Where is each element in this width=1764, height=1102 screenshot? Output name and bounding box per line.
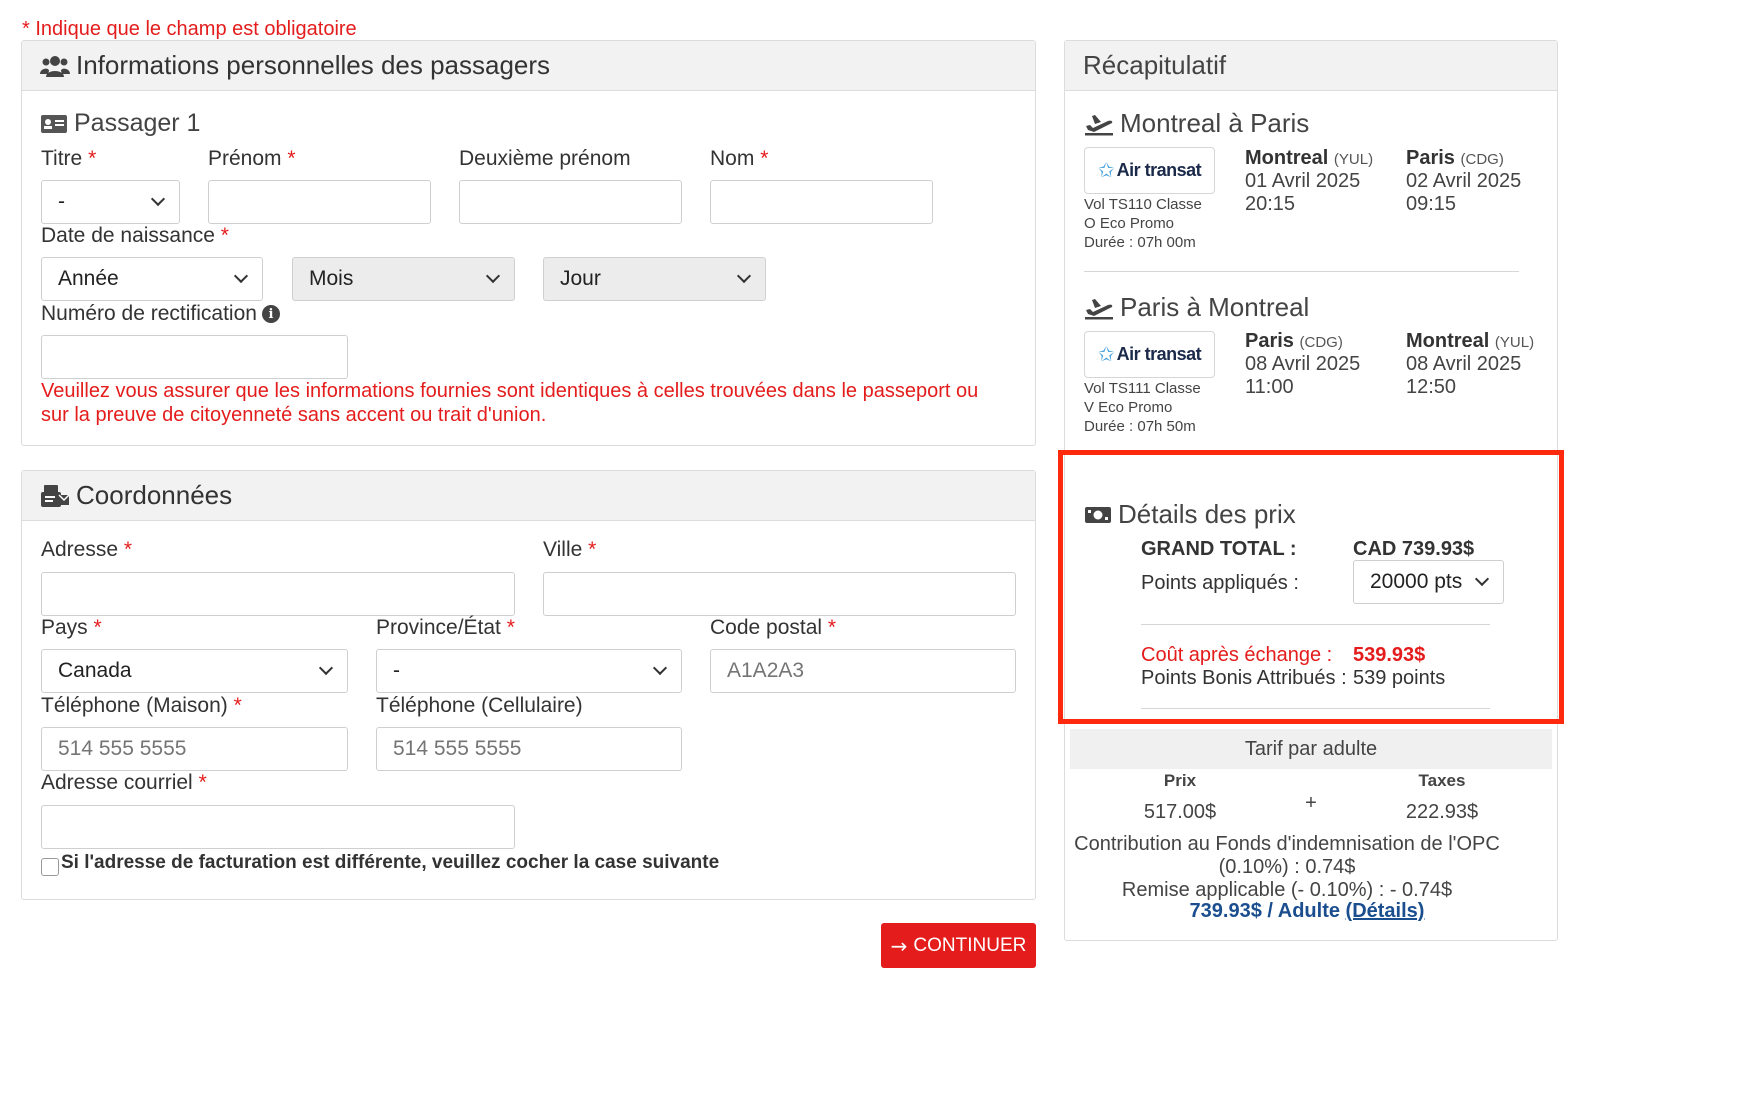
jour-select[interactable]: Jour xyxy=(543,257,766,301)
cost-after-exchange-label: Coût après échange : xyxy=(1141,644,1333,666)
chevron-down-icon xyxy=(736,268,752,284)
grand-total-value: CAD 739.93$ xyxy=(1353,538,1475,560)
flight-2-info: Vol TS111 Classe V Eco Promo Durée : 07h… xyxy=(1084,380,1201,435)
flight-1-departure: Montreal (YUL) 01 Avril 2025 20:15 xyxy=(1245,147,1374,215)
tel-cell-label: Téléphone (Cellulaire) xyxy=(376,694,583,717)
prix-value: 517.00$ xyxy=(1143,801,1217,823)
taxes-value: 222.93$ xyxy=(1405,801,1479,823)
numero-rectification-label: Numéro de rectification i xyxy=(41,302,280,326)
chevron-down-icon xyxy=(485,268,501,284)
adresse-input[interactable] xyxy=(41,572,515,616)
billing-checkbox[interactable] xyxy=(41,858,59,876)
flight-2-heading: Paris à Montreal xyxy=(1084,292,1309,323)
pays-select[interactable]: Canada xyxy=(41,649,348,693)
adult-total: 739.93$ / Adulte (Détails) xyxy=(1189,900,1425,922)
date-naissance-label: Date de naissance * xyxy=(41,224,229,247)
nom-label: Nom * xyxy=(710,147,769,170)
grand-total-label: GRAND TOTAL : xyxy=(1141,538,1297,560)
passenger-panel-title: Informations personnelles des passagers xyxy=(76,50,551,80)
flight-1-route: Montreal à Paris xyxy=(1120,108,1310,138)
tel-maison-input[interactable]: 514 555 5555 xyxy=(41,727,348,771)
bonus-points-value: 539 points xyxy=(1353,667,1446,689)
price-details-title: Détails des prix xyxy=(1118,499,1296,529)
bonus-points-label: Points Bonis Attribués : xyxy=(1141,667,1347,689)
code-postal-label: Code postal * xyxy=(710,616,837,639)
flight-1-arrival: Paris (CDG) 02 Avril 2025 09:15 xyxy=(1406,147,1522,215)
ville-input[interactable] xyxy=(543,572,1016,616)
tarif-par-adulte-bar: Tarif par adulte xyxy=(1070,729,1552,769)
taxes-label: Taxes xyxy=(1418,771,1466,790)
prix-label: Prix xyxy=(1163,771,1197,790)
flight-2-departure: Paris (CDG) 08 Avril 2025 11:00 xyxy=(1245,330,1361,398)
billing-checkbox-row: Si l'adresse de facturation est différen… xyxy=(41,850,719,876)
required-fields-note: * Indique que le champ est obligatoire xyxy=(22,18,357,40)
pays-label: Pays * xyxy=(41,616,102,639)
continue-button[interactable]: → CONTINUER xyxy=(881,923,1036,968)
price-separator xyxy=(1141,624,1490,625)
numero-rectification-input[interactable] xyxy=(41,335,348,379)
chevron-down-icon xyxy=(1474,571,1490,587)
arrow-right-icon: → xyxy=(890,933,908,958)
province-label: Province/État * xyxy=(376,616,515,639)
plus-sign: + xyxy=(1305,792,1317,814)
deuxieme-prenom-input[interactable] xyxy=(459,180,682,224)
summary-title: Récapitulatif xyxy=(1083,50,1227,80)
info-icon[interactable]: i xyxy=(261,305,280,323)
passenger-1-heading: Passager 1 xyxy=(40,109,200,138)
billing-checkbox-label: Si l'adresse de facturation est différen… xyxy=(61,852,720,873)
star-logo-icon: ✩ xyxy=(1097,344,1115,366)
ville-label: Ville * xyxy=(543,538,597,561)
annee-select[interactable]: Année xyxy=(41,257,263,301)
prenom-input[interactable] xyxy=(208,180,431,224)
flight-2-arrival: Montreal (YUL) 08 Avril 2025 12:50 xyxy=(1406,330,1535,398)
airline-logo: ✩ Air transat xyxy=(1084,147,1215,194)
airline-logo: ✩ Air transat xyxy=(1084,331,1215,378)
chevron-down-icon xyxy=(318,660,334,676)
star-logo-icon: ✩ xyxy=(1097,160,1115,182)
price-separator xyxy=(1141,708,1490,709)
province-select[interactable]: - xyxy=(376,649,682,693)
flight-1-info: Vol TS110 Classe O Eco Promo Durée : 07h… xyxy=(1084,196,1202,251)
plane-departure-icon xyxy=(1085,114,1113,135)
prenom-label: Prénom * xyxy=(208,147,296,170)
titre-select[interactable]: - xyxy=(41,180,180,224)
code-postal-input[interactable]: A1A2A3 xyxy=(710,649,1016,693)
tel-maison-label: Téléphone (Maison) * xyxy=(41,694,242,717)
points-select[interactable]: 20000 pts xyxy=(1353,560,1504,604)
address-card-icon xyxy=(41,484,70,507)
money-bill-icon xyxy=(1085,506,1111,523)
flight-1-heading: Montreal à Paris xyxy=(1084,108,1309,139)
passport-warning: Veuillez vous assurer que les informatio… xyxy=(41,380,979,426)
flight-2-route: Paris à Montreal xyxy=(1120,292,1310,322)
mois-select[interactable]: Mois xyxy=(292,257,515,301)
contact-panel-title: Coordonnées xyxy=(76,480,233,510)
deuxieme-prenom-label: Deuxième prénom xyxy=(459,147,631,170)
summary-panel-header: Récapitulatif xyxy=(1065,41,1557,91)
price-details-heading: Détails des prix xyxy=(1084,499,1296,530)
titre-label: Titre * xyxy=(41,147,97,170)
flight-separator xyxy=(1084,271,1519,272)
passenger-panel-header: Informations personnelles des passagers xyxy=(22,41,1035,91)
cost-after-exchange-value: 539.93$ xyxy=(1353,644,1426,666)
tel-cell-input[interactable]: 514 555 5555 xyxy=(376,727,682,771)
chevron-down-icon xyxy=(150,191,166,207)
contact-panel-header: Coordonnées xyxy=(22,471,1035,521)
courriel-label: Adresse courriel * xyxy=(41,771,207,794)
points-applied-label: Points appliqués : xyxy=(1141,572,1299,594)
chevron-down-icon xyxy=(233,268,249,284)
courriel-input[interactable] xyxy=(41,805,515,849)
contribution-text: Contribution au Fonds d'indemnisation de… xyxy=(1074,833,1500,901)
plane-departure-icon xyxy=(1085,298,1113,319)
chevron-down-icon xyxy=(652,660,668,676)
details-link[interactable]: (Détails) xyxy=(1346,900,1425,922)
nom-input[interactable] xyxy=(710,180,933,224)
id-card-icon xyxy=(41,114,67,133)
adresse-label: Adresse * xyxy=(41,538,133,561)
users-icon xyxy=(40,55,70,77)
passenger-1-title: Passager 1 xyxy=(74,109,201,137)
